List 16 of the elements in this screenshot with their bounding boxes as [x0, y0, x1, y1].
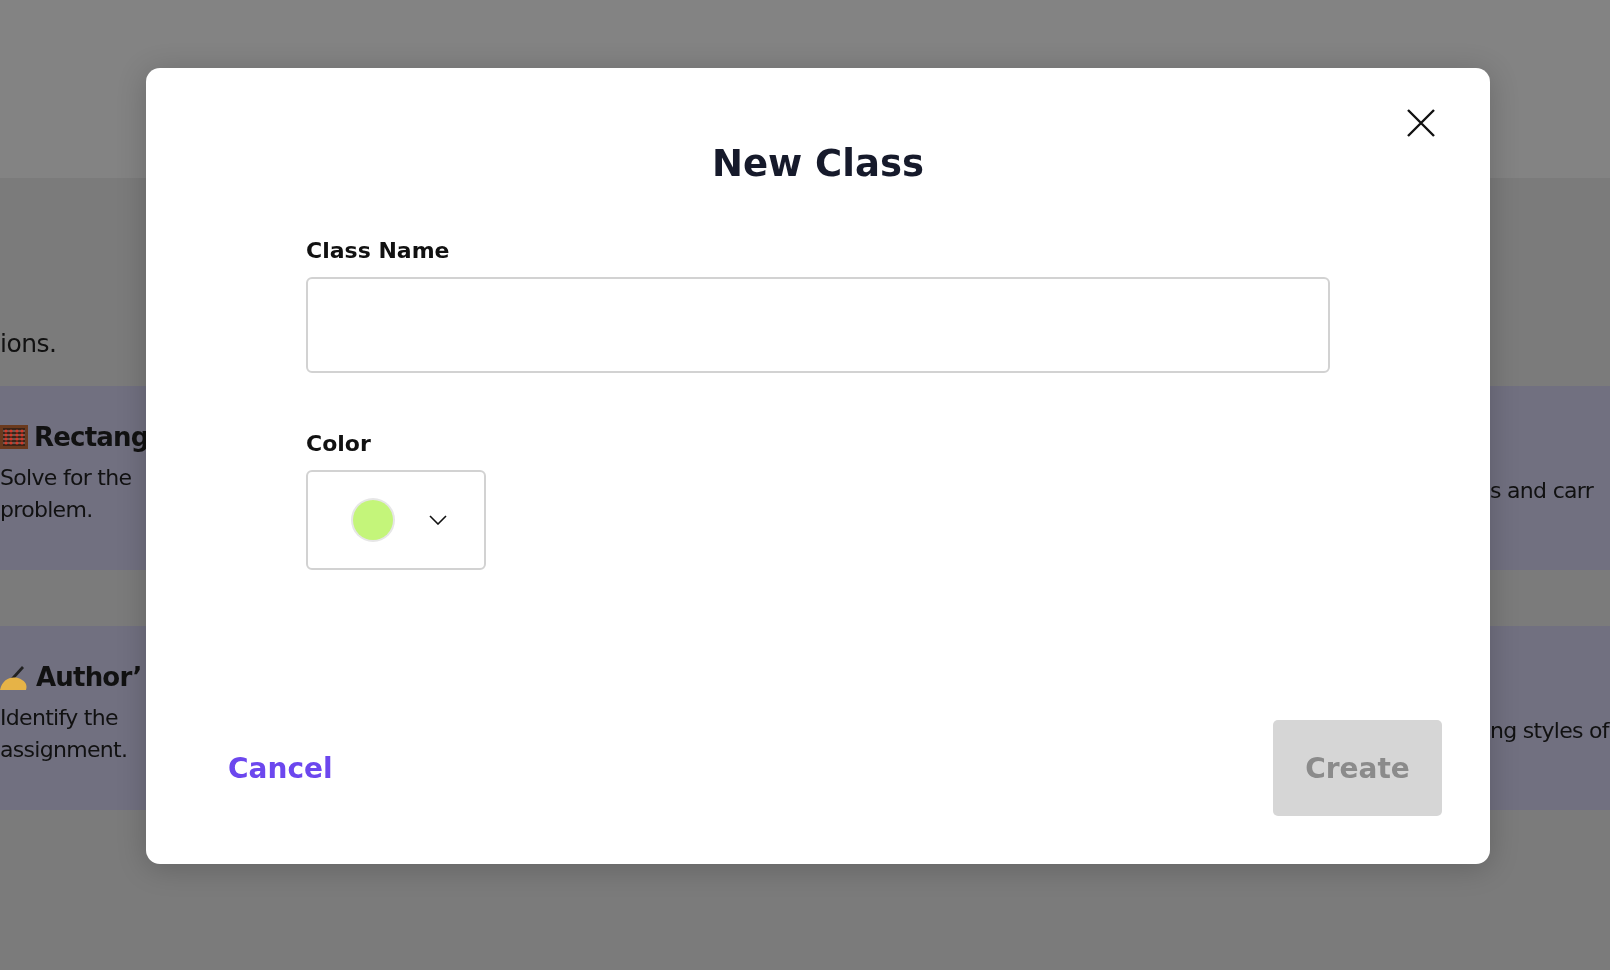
class-name-field[interactable]	[306, 277, 1330, 373]
dialog-title: New Class	[711, 141, 925, 187]
cancel-link[interactable]: Cancel	[228, 751, 333, 785]
chevron-down-icon	[429, 515, 447, 525]
card-description: Identify the assignment.	[0, 704, 129, 764]
card-description: ng styles of	[1490, 717, 1610, 745]
card-title: Rectang	[34, 422, 149, 452]
field-label: Color	[306, 431, 371, 456]
card-description: s and carr	[1490, 477, 1595, 505]
card-description: Solve for the problem.	[0, 464, 133, 524]
intro-text: ions.	[0, 329, 57, 358]
color-dropdown[interactable]	[306, 470, 486, 570]
close-icon[interactable]	[1406, 108, 1436, 138]
field-label: Class Name	[306, 238, 450, 263]
card-title: Author’	[36, 662, 142, 692]
abacus-icon	[0, 425, 28, 449]
